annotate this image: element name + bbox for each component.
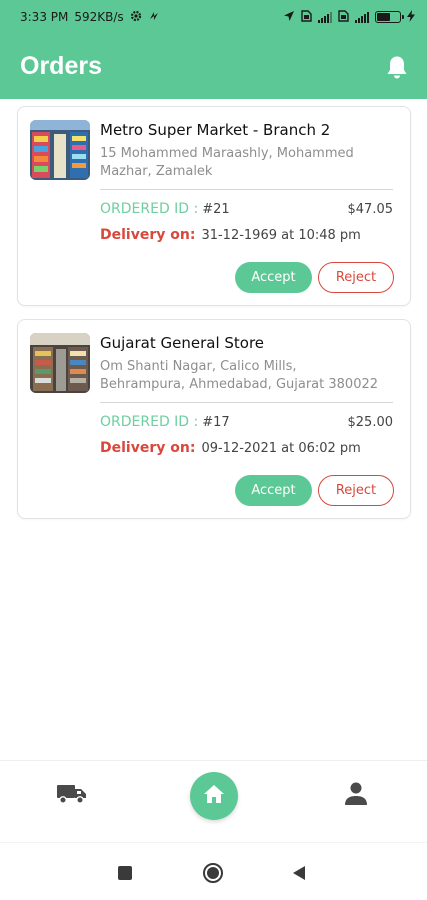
order-price: $25.00: [347, 414, 394, 430]
truck-icon[interactable]: [56, 781, 88, 807]
order-id-value: #21: [202, 201, 230, 217]
bottom-nav: [0, 760, 427, 842]
store-image: [30, 120, 90, 180]
signal-icon: [318, 11, 332, 23]
store-name: Gujarat General Store: [100, 334, 265, 352]
accept-button[interactable]: Accept: [235, 262, 312, 293]
status-time: 3:33 PM: [20, 10, 69, 24]
store-name: Metro Super Market - Branch 2: [100, 121, 331, 139]
store-address: 15 Mohammed Maraashly, Mohammed Mazhar, …: [100, 146, 354, 179]
sim-icon: [338, 9, 349, 25]
status-left: 3:33 PM 592KB/s: [20, 10, 160, 24]
sim-icon: [301, 9, 312, 25]
divider: [100, 189, 393, 190]
order-id-row: ORDERED ID : #21 $47.05: [100, 201, 393, 217]
status-speed: 592KB/s: [74, 10, 124, 24]
signal-icon: [355, 11, 369, 23]
store-address: Om Shanti Nagar, Calico Mills, Behrampur…: [100, 359, 379, 392]
divider: [100, 402, 393, 403]
location-arrow-icon: [283, 10, 295, 25]
sync-icon: [148, 10, 160, 24]
delivery-row: Delivery on: 31-12-1969 at 10:48 pm: [100, 227, 361, 243]
settings-gear-icon: [130, 10, 142, 24]
order-card[interactable]: Metro Super Market - Branch 2 15 Mohamme…: [17, 106, 411, 306]
profile-icon[interactable]: [344, 781, 368, 807]
home-nav-button[interactable]: [190, 772, 238, 820]
reject-button[interactable]: Reject: [318, 475, 394, 506]
reject-button[interactable]: Reject: [318, 262, 394, 293]
battery-icon: [375, 11, 404, 23]
recents-button[interactable]: [118, 866, 132, 880]
status-right: [283, 9, 415, 25]
delivery-row: Delivery on: 09-12-2021 at 06:02 pm: [100, 440, 361, 456]
back-button[interactable]: [293, 866, 305, 880]
order-id-row: ORDERED ID : #17 $25.00: [100, 414, 393, 430]
app-bar: Orders: [0, 34, 427, 99]
bell-icon[interactable]: [385, 55, 409, 79]
order-list: Metro Super Market - Branch 2 15 Mohamme…: [17, 106, 411, 532]
status-bar: 3:33 PM 592KB/s: [0, 0, 427, 34]
accept-button[interactable]: Accept: [235, 475, 312, 506]
order-id-value: #17: [202, 414, 230, 430]
delivery-datetime: 09-12-2021 at 06:02 pm: [201, 440, 361, 456]
delivery-label: Delivery on:: [100, 440, 196, 456]
home-button[interactable]: [203, 863, 223, 883]
page-title: Orders: [20, 52, 102, 80]
delivery-datetime: 31-12-1969 at 10:48 pm: [201, 227, 361, 243]
home-icon: [203, 784, 225, 808]
order-card[interactable]: Gujarat General Store Om Shanti Nagar, C…: [17, 319, 411, 519]
order-id-label: ORDERED ID :: [100, 201, 199, 217]
delivery-label: Delivery on:: [100, 227, 196, 243]
store-image: [30, 333, 90, 393]
order-price: $47.05: [347, 201, 394, 217]
order-id-label: ORDERED ID :: [100, 414, 199, 430]
system-nav: [0, 842, 427, 900]
charging-icon: [407, 9, 415, 25]
